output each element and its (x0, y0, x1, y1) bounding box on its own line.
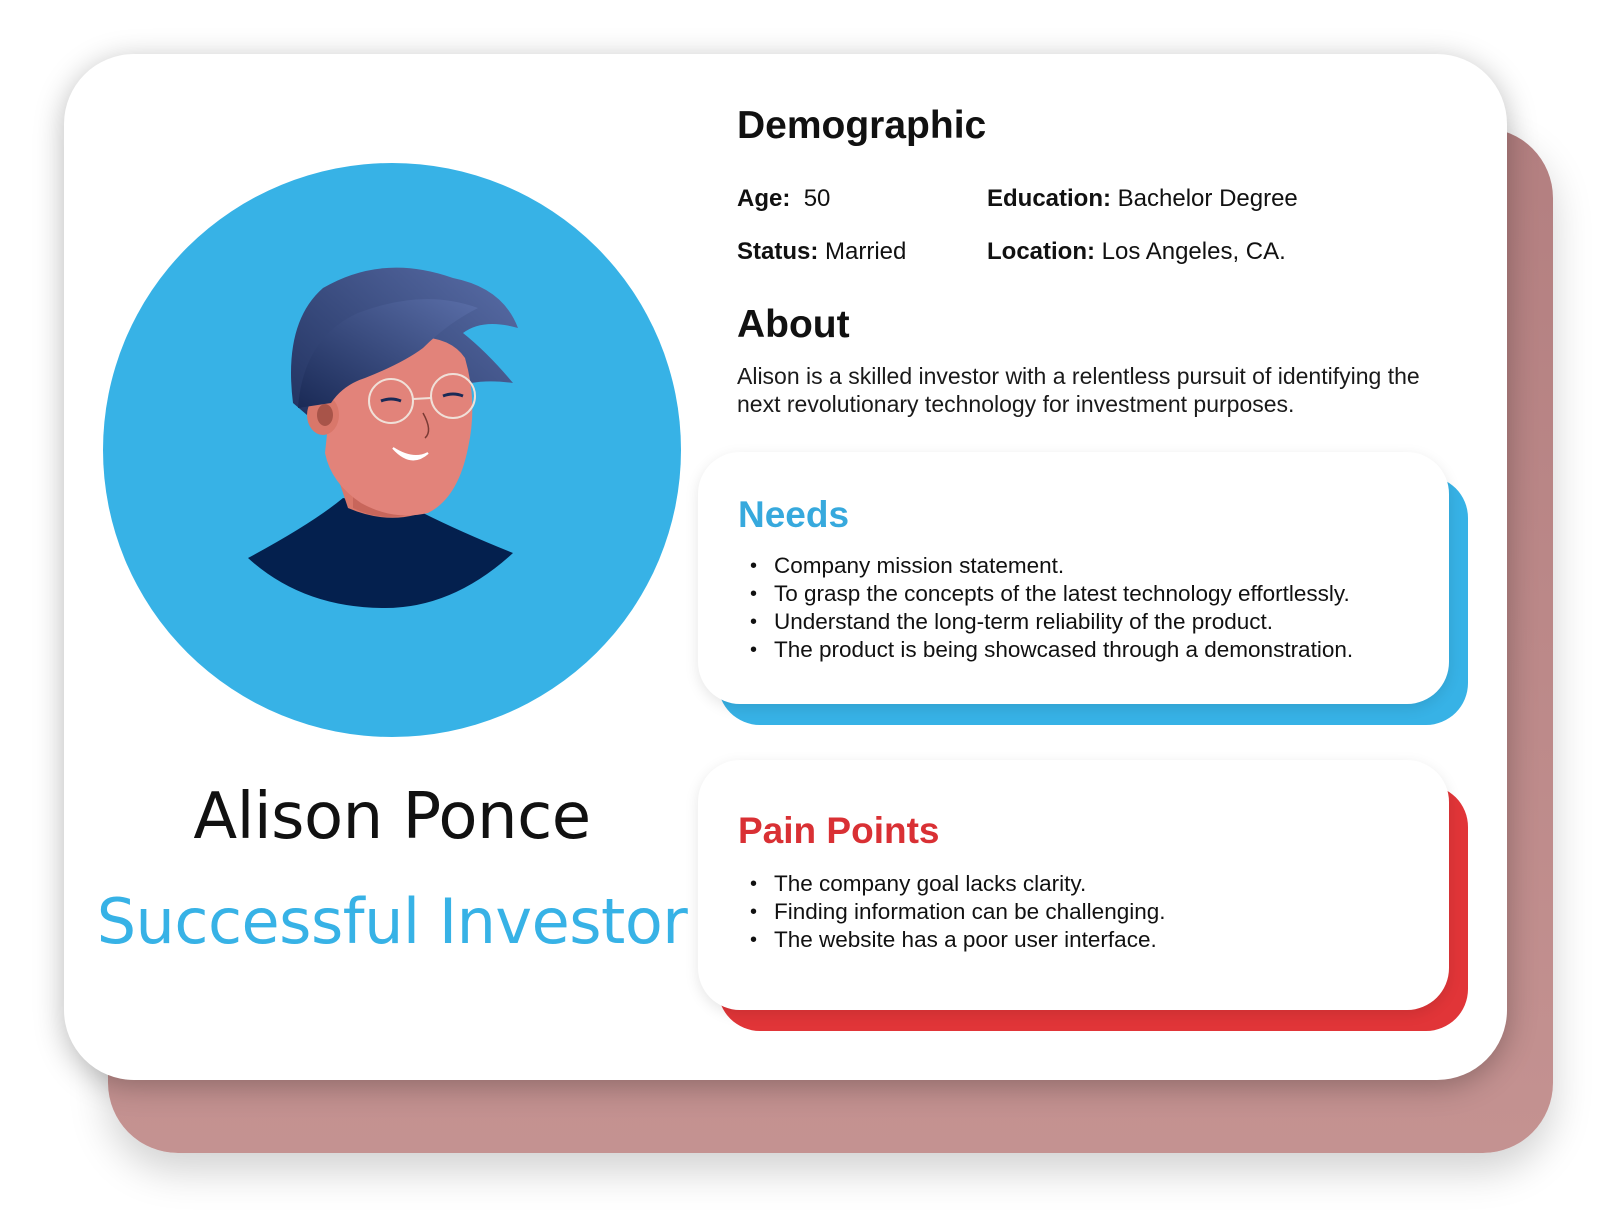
pain-points-title: Pain Points (738, 810, 940, 851)
person-avatar-icon (103, 163, 681, 737)
needs-title: Needs (738, 494, 850, 535)
needs-item: The product is being showcased through a… (750, 636, 1353, 664)
age-label: Age: (737, 185, 791, 212)
location-label: Location: (987, 238, 1095, 265)
needs-item: Company mission statement. (750, 552, 1353, 580)
status-label: Status: (737, 238, 819, 265)
status-value: Married (825, 238, 907, 265)
pain-points-item: Finding information can be challenging. (750, 898, 1166, 926)
demographic-status: Status: Married (737, 238, 906, 266)
age-value: 50 (803, 185, 831, 212)
demographic-location: Location: Los Angeles, CA. (987, 238, 1286, 266)
pain-points-list: The company goal lacks clarity. Finding … (750, 870, 1166, 954)
persona-name: Alison Ponce (193, 780, 591, 854)
location-value: Los Angeles, CA. (1101, 238, 1286, 265)
persona-canvas: Alison Ponce Successful Investor Demogra… (0, 0, 1611, 1222)
education-value: Bachelor Degree (1117, 185, 1298, 212)
persona-role: Successful Investor (96, 885, 688, 958)
needs-item: Understand the long-term reliability of … (750, 608, 1353, 636)
demographic-age: Age: 50 (737, 185, 830, 213)
education-label: Education: (987, 185, 1111, 212)
pain-points-item: The website has a poor user interface. (750, 926, 1166, 954)
needs-list: Company mission statement. To grasp the … (750, 552, 1353, 664)
demographic-education: Education: Bachelor Degree (987, 185, 1298, 213)
pain-points-item: The company goal lacks clarity. (750, 870, 1166, 898)
needs-item: To grasp the concepts of the latest tech… (750, 580, 1353, 608)
pain-points-card: Pain Points The company goal lacks clari… (698, 760, 1449, 1010)
about-text: Alison is a skilled investor with a rele… (737, 363, 1420, 417)
about-title: About (737, 303, 850, 346)
needs-card: Needs Company mission statement. To gras… (698, 452, 1449, 704)
demographic-title: Demographic (737, 104, 987, 147)
